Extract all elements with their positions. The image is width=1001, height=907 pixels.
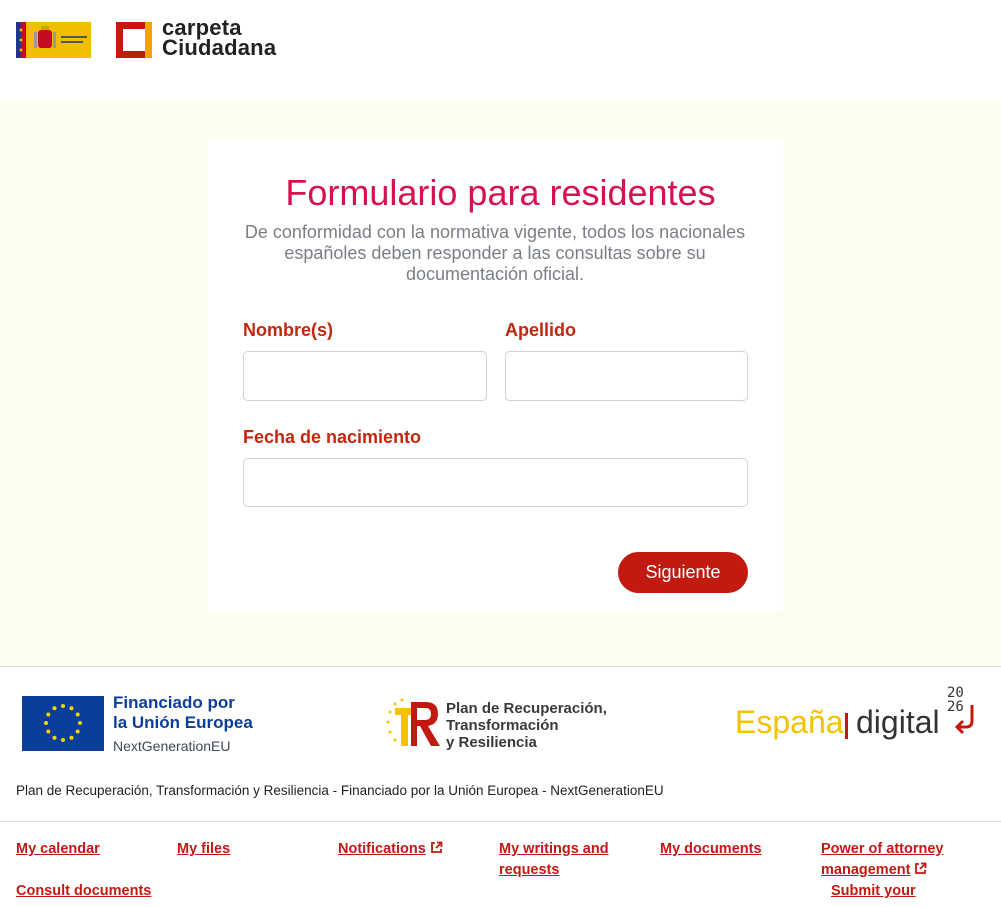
footer-link-my-documents[interactable]: My documents	[660, 839, 762, 860]
footer-link-power-of-attorney[interactable]: Power of attorney management	[821, 839, 943, 881]
prtr-text: Plan de Recuperación, Transformación y R…	[446, 700, 607, 751]
page-subtitle: De conformidad con la normativa vigente,…	[244, 222, 746, 284]
footer-link-submit-your[interactable]: Submit your	[831, 881, 916, 902]
page-title: Formulario para residentes	[285, 172, 716, 213]
carpeta-ciudadana-square-icon	[116, 22, 152, 58]
espana-digital-separator	[845, 713, 848, 739]
last-name-input[interactable]	[505, 351, 748, 401]
footer-link-label: My files	[177, 841, 231, 857]
first-name-label: Nombre(s)	[243, 320, 334, 340]
external-link-icon	[915, 862, 927, 874]
prtr-line-3: y Resiliencia	[446, 734, 537, 751]
footer-link-label: Consult documents	[16, 883, 152, 899]
eu-funding-text: Financiado por la Unión Europea	[113, 693, 253, 733]
brand-line-2: Ciudadana	[162, 35, 277, 60]
footer-link-my-calendar[interactable]: My calendar	[16, 839, 100, 860]
footer-link-label: Power of attorney	[821, 841, 944, 857]
footer-divider-bottom	[0, 821, 1001, 822]
espana-digital-arrow-icon	[954, 705, 974, 735]
digital-logo-text: digital	[856, 704, 940, 740]
footer-link-my-files[interactable]: My files	[177, 839, 230, 860]
gobierno-de-espana-logo[interactable]	[16, 22, 91, 58]
birth-date-label: Fecha de nacimiento	[243, 427, 422, 447]
footer-link-consult-documents[interactable]: Consult documents	[16, 881, 151, 902]
footer-link-label: Notifications	[338, 841, 426, 857]
funding-statement: Plan de Recuperación, Transformación y R…	[16, 783, 664, 798]
footer-link-notifications[interactable]: Notifications	[338, 839, 443, 860]
next-button[interactable]: Siguiente	[618, 552, 748, 593]
espana-logo-text: España	[735, 704, 844, 740]
footer-link-label-line-2: management	[821, 862, 911, 878]
eu-flag-icon	[22, 696, 104, 751]
eu-line-1: Financiado por	[113, 693, 235, 712]
header: carpeta Ciudadana	[0, 0, 1001, 100]
footer-link-label: My calendar	[16, 841, 100, 857]
birth-date-input[interactable]	[243, 458, 748, 507]
year-top: 20	[947, 685, 964, 701]
prtr-line-1: Plan de Recuperación,	[446, 700, 607, 717]
first-name-input[interactable]	[243, 351, 487, 401]
footer-divider-top	[0, 666, 1001, 667]
footer-link-label: My documents	[660, 841, 762, 857]
footer-link-label-line-2: requests	[499, 862, 560, 878]
prtr-logo-icon	[386, 698, 440, 746]
external-link-icon	[430, 841, 443, 853]
footer-link-label: Submit your	[831, 883, 916, 899]
last-name-label: Apellido	[505, 320, 576, 340]
prtr-line-2: Transformación	[446, 717, 559, 734]
eu-line-3: NextGenerationEU	[113, 738, 231, 754]
footer-link-my-writings-and-requests[interactable]: My writings and requests	[499, 839, 609, 881]
eu-line-2: la Unión Europea	[113, 713, 253, 732]
footer-link-label: My writings and	[499, 841, 609, 857]
